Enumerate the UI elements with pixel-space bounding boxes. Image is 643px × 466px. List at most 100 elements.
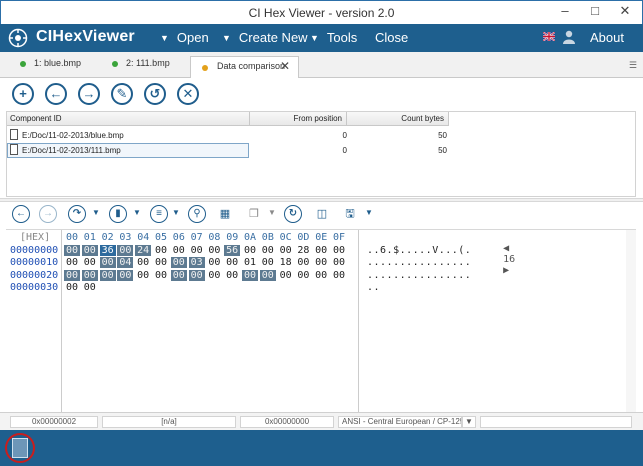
hex-byte[interactable]: 18 — [278, 257, 294, 268]
encoding-dropdown-icon[interactable]: ▼ — [462, 416, 476, 428]
copy-icon[interactable]: ❐ — [245, 205, 263, 223]
hex-byte[interactable]: 00 — [313, 245, 329, 256]
hex-byte[interactable]: 00 — [188, 269, 205, 281]
window-close-button[interactable]: ✕ — [610, 1, 640, 23]
hex-byte[interactable]: 00 — [153, 245, 169, 256]
hex-byte[interactable]: 01 — [242, 257, 258, 268]
forward-arrow-icon[interactable]: → — [78, 83, 100, 105]
vertical-scrollbar[interactable] — [626, 230, 636, 413]
hex-byte[interactable]: 00 — [153, 257, 169, 268]
hex-byte[interactable]: 00 — [64, 245, 80, 256]
hex-byte[interactable]: 00 — [295, 257, 311, 268]
hex-byte[interactable]: 00 — [260, 257, 276, 268]
right-arrow-icon[interactable]: ▶ — [503, 265, 509, 276]
save-icon[interactable]: 🖫 — [341, 205, 359, 223]
undo-icon[interactable]: ↺ — [144, 83, 166, 105]
menu-create-new[interactable]: ▼ Create New — [222, 30, 308, 45]
hex-byte[interactable]: 00 — [82, 282, 98, 293]
back-arrow-icon[interactable]: ← — [45, 83, 67, 105]
ascii-text[interactable]: ..6.$.....V...(. — [367, 245, 471, 256]
hex-byte[interactable]: 00 — [206, 245, 222, 256]
ascii-text[interactable]: ................ — [367, 270, 471, 281]
hex-byte[interactable]: 00 — [331, 270, 347, 281]
calculator-icon[interactable]: ▦ — [216, 205, 234, 223]
hex-byte[interactable]: 56 — [224, 245, 241, 256]
hex-byte[interactable]: 00 — [64, 282, 80, 293]
hex-byte[interactable]: 00 — [117, 269, 134, 281]
minimize-button[interactable]: – — [550, 1, 580, 23]
hex-byte[interactable]: 00 — [64, 257, 80, 268]
hex-byte[interactable]: 04 — [117, 257, 134, 269]
dropdown-arrow-icon[interactable]: ▼ — [268, 208, 276, 217]
hex-byte[interactable]: 00 — [260, 245, 276, 256]
column-header-from-position[interactable]: From position — [250, 112, 347, 126]
hex-byte[interactable]: 00 — [242, 245, 258, 256]
tab-blue-bmp[interactable]: 1: blue.bmp — [20, 58, 81, 78]
menu-about[interactable]: About — [590, 30, 624, 45]
hex-byte[interactable]: 00 — [189, 245, 205, 256]
hex-byte[interactable]: 00 — [153, 270, 169, 281]
back-arrow-icon[interactable]: ← — [12, 205, 30, 223]
ascii-width-selector[interactable]: ◀ 16 ▶ — [467, 232, 515, 287]
hex-byte[interactable]: 00 — [135, 257, 151, 268]
tab-data-comparison[interactable]: Data comparison ✕ — [190, 56, 299, 78]
hex-byte[interactable]: 00 — [99, 269, 116, 281]
left-arrow-icon[interactable]: ◀ — [503, 243, 509, 254]
search-icon[interactable]: ⚲ — [188, 205, 206, 223]
hex-view[interactable]: [HEX] 00000000 00000010 00000020 00000030 0… — [6, 229, 636, 413]
hex-byte[interactable]: 00 — [135, 270, 151, 281]
user-icon[interactable] — [563, 30, 575, 44]
maximize-button[interactable]: □ — [580, 1, 610, 23]
hex-byte[interactable]: 00 — [99, 257, 116, 269]
hex-byte[interactable]: 00 — [242, 269, 258, 281]
tab-111-bmp[interactable]: 2: 111.bmp — [112, 58, 170, 78]
ascii-column[interactable]: ◀ 16 ▶ ..6.$.....V...(..................… — [359, 230, 623, 413]
ascii-text[interactable]: ................ — [367, 257, 471, 268]
hex-byte[interactable]: 00 — [117, 245, 134, 256]
dropdown-arrow-icon[interactable]: ▼ — [92, 208, 100, 217]
edit-pencil-icon[interactable]: ✎ — [111, 83, 133, 105]
hex-bytes-column[interactable]: 00 01 02 03 04 05 06 07 08 09 0A 0B 0C 0D 0E 0F 00 00 36 0… — [62, 230, 359, 413]
tab-close-icon[interactable]: ✕ — [280, 59, 290, 73]
hex-byte[interactable]: 00 — [82, 257, 98, 268]
tab-list-menu-icon[interactable]: ☰ — [629, 60, 637, 71]
hex-byte[interactable]: 00 — [313, 257, 329, 268]
column-header-count-bytes[interactable]: Count bytes — [347, 112, 449, 126]
hex-byte[interactable]: 24 — [135, 245, 152, 256]
add-icon[interactable]: + — [12, 83, 34, 105]
splitter[interactable] — [0, 198, 643, 202]
hex-byte[interactable]: 00 — [224, 257, 240, 268]
hex-byte[interactable]: 00 — [278, 245, 294, 256]
hex-byte[interactable]: 00 — [81, 269, 98, 281]
list-icon[interactable]: ≡ — [150, 205, 168, 223]
hex-byte[interactable]: 36 — [99, 245, 116, 256]
encoding-select[interactable]: ANSI - Central European / CP-1250 — [338, 416, 462, 428]
ascii-text[interactable]: .. — [367, 282, 380, 293]
menu-tools[interactable]: ▼ Tools — [310, 30, 357, 45]
hex-byte[interactable]: 28 — [295, 245, 311, 256]
dropdown-arrow-icon[interactable]: ▼ — [133, 208, 141, 217]
jump-icon[interactable]: ↷ — [68, 205, 86, 223]
hex-byte[interactable]: 00 — [206, 257, 222, 268]
menu-open[interactable]: ▼ Open — [160, 30, 209, 45]
hex-byte[interactable]: 00 — [224, 270, 240, 281]
hex-byte[interactable]: 00 — [171, 245, 187, 256]
refresh-icon[interactable]: ↻ — [284, 205, 302, 223]
hex-byte[interactable]: 00 — [64, 269, 80, 281]
hex-byte[interactable]: 00 — [170, 257, 187, 269]
remove-icon[interactable]: ✕ — [177, 83, 199, 105]
forward-arrow-icon[interactable]: → — [39, 205, 57, 223]
hex-byte[interactable]: 03 — [188, 257, 205, 269]
language-flag-icon[interactable] — [543, 32, 555, 41]
hex-byte[interactable]: 00 — [81, 245, 98, 256]
menu-close[interactable]: Close — [375, 30, 408, 45]
table-row-selected[interactable]: E:/Doc/11-02-2013/111.bmp 0 50 — [7, 143, 449, 158]
hex-byte[interactable]: 00 — [206, 270, 222, 281]
table-row[interactable]: E:/Doc/11-02-2013/blue.bmp 0 50 — [7, 128, 449, 143]
hex-byte[interactable]: 00 — [259, 269, 276, 281]
dropdown-arrow-icon[interactable]: ▼ — [172, 208, 180, 217]
bookmark-icon[interactable]: ▮ — [109, 205, 127, 223]
dropdown-arrow-icon[interactable]: ▼ — [365, 208, 373, 217]
hex-byte[interactable]: 00 — [170, 269, 187, 281]
panel-icon[interactable]: ◫ — [313, 205, 331, 223]
